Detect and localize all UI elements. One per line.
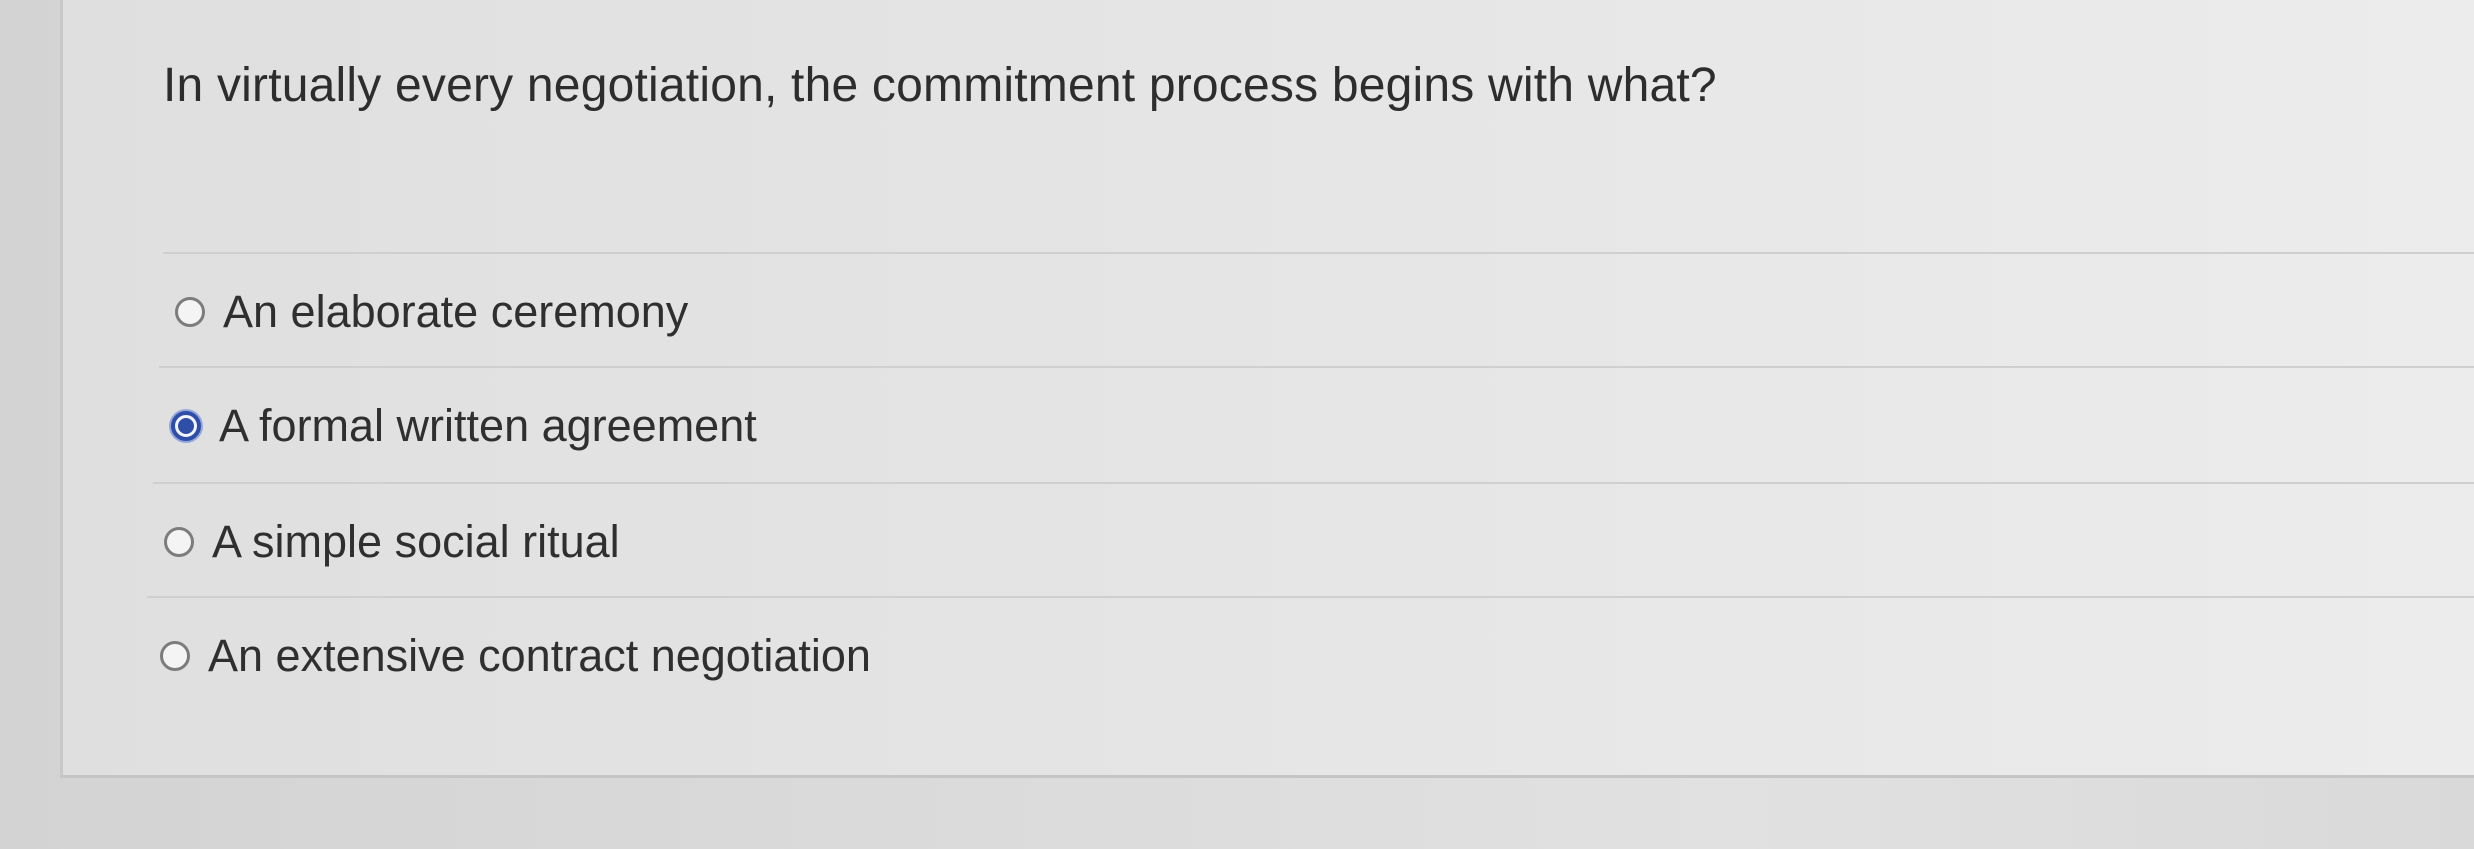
radio-button-selected-icon[interactable] bbox=[171, 411, 201, 441]
answer-divider-3 bbox=[147, 596, 2474, 598]
radio-button-unselected-icon[interactable] bbox=[164, 527, 194, 557]
answer-option-2-label: A formal written agreement bbox=[219, 400, 757, 451]
question-panel: In virtually every negotiation, the comm… bbox=[60, 0, 2474, 778]
question-text: In virtually every negotiation, the comm… bbox=[163, 59, 1717, 112]
radio-button-unselected-icon[interactable] bbox=[160, 641, 190, 671]
answer-option-1[interactable]: An elaborate ceremony bbox=[175, 272, 688, 352]
answer-option-2[interactable]: A formal written agreement bbox=[171, 386, 757, 466]
answer-option-1-label: An elaborate ceremony bbox=[223, 286, 689, 337]
answer-option-3-label: A simple social ritual bbox=[212, 516, 620, 567]
answer-option-3[interactable]: A simple social ritual bbox=[164, 502, 620, 582]
answer-divider-1 bbox=[159, 366, 2474, 368]
answer-option-4-label: An extensive contract negotiation bbox=[208, 630, 871, 681]
answer-option-4[interactable]: An extensive contract negotiation bbox=[160, 616, 871, 696]
answer-divider-top bbox=[163, 252, 2474, 254]
answer-divider-2 bbox=[153, 482, 2474, 484]
radio-button-unselected-icon[interactable] bbox=[175, 297, 205, 327]
quiz-page: In virtually every negotiation, the comm… bbox=[0, 0, 2474, 849]
